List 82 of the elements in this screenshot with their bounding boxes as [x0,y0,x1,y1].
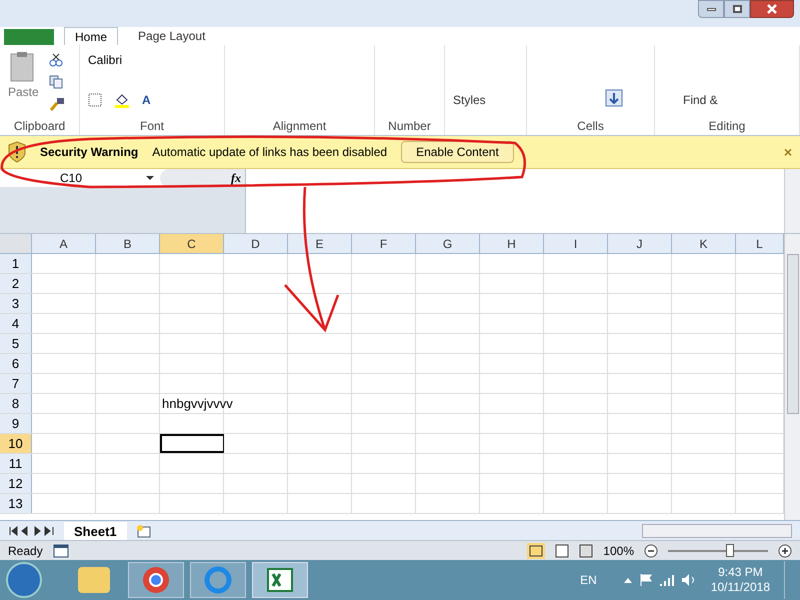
column-header[interactable]: B [96,234,160,253]
zoom-level-text[interactable]: 100% [603,542,634,560]
circle-logo-icon [142,566,170,594]
column-header[interactable]: I [544,234,608,253]
row-header[interactable]: 6 [0,354,32,373]
sheet-navigation-icon [8,526,56,536]
ribbon-group-label: Editing [708,118,746,135]
zoom-in-button[interactable] [778,544,792,558]
new-sheet-icon [134,524,153,538]
ribbon-tab[interactable]: Page Layout [128,27,216,45]
dropdown-arrow-icon[interactable] [146,176,154,180]
styles-label[interactable]: Styles [453,93,486,107]
row-header[interactable]: 7 [0,374,32,393]
scrollbar [784,169,800,233]
signal-icon [658,573,675,587]
column-header[interactable]: A [32,234,96,253]
brush-icon [48,97,65,111]
shield-warning-icon [8,141,26,163]
column-header[interactable]: E [288,234,352,253]
ribbon-group-label: Number [387,118,432,135]
spreadsheet-logo-icon [266,567,294,593]
row-header[interactable]: 11 [0,454,32,473]
taskbar-app-button[interactable] [128,562,184,598]
flag-icon [638,573,653,587]
clock-time[interactable]: 9:43 PM [718,565,763,580]
ribbon-group-label: Font [138,118,165,135]
row-header[interactable]: 8 [0,394,32,413]
column-header[interactable]: G [416,234,480,253]
row-header[interactable]: 5 [0,334,32,353]
column-header[interactable]: C [160,234,224,253]
scissors-icon [48,53,63,67]
paste-button[interactable]: Paste [8,51,39,111]
page-layout-view-icon [555,544,570,558]
ribbon-tab[interactable]: Home [64,27,118,45]
ribbon-group-label: Clipboard [12,118,66,135]
zoom-slider-thumb[interactable] [726,544,734,556]
row-header[interactable]: 3 [0,294,32,313]
speaker-icon [680,573,697,587]
tray-arrow-icon [622,576,633,584]
column-header[interactable]: H [480,234,544,253]
clock-date[interactable]: 10/11/2018 [710,580,770,595]
taskbar-app-button[interactable] [252,562,308,598]
status-text: Ready [8,542,43,560]
zoom-out-button[interactable] [644,544,658,558]
copy-icon [48,75,63,89]
active-cell[interactable] [160,434,224,453]
row-header[interactable]: 2 [0,274,32,293]
row-header[interactable]: 12 [0,474,32,493]
close-icon [767,4,777,14]
column-header[interactable]: J [608,234,672,253]
e-logo-icon [204,566,232,594]
borders-icon [88,93,102,107]
close-button[interactable] [750,0,794,18]
font-name[interactable]: Calibri [88,51,216,69]
warning-message: Automatic update of links has been disabled [152,144,388,161]
sheet-tab[interactable]: Sheet1 [64,522,127,540]
row-header[interactable]: 1 [0,254,32,273]
start-button[interactable] [6,562,42,598]
column-header[interactable]: K [672,234,736,253]
column-header[interactable]: L [736,234,784,253]
row-header[interactable]: 4 [0,314,32,333]
sort-icon [605,89,623,107]
page-break-view-icon [579,544,594,558]
column-header[interactable]: D [224,234,288,253]
language-indicator[interactable]: EN [580,571,597,589]
minimize-button[interactable] [698,0,724,18]
row-header[interactable]: 10 [0,434,32,453]
ribbon-group-label: Alignment [272,118,328,135]
font-color-icon[interactable]: A [142,91,151,109]
warning-title: Security Warning [40,144,138,161]
find-label[interactable]: Find & [683,93,718,107]
restore-button[interactable] [724,0,750,18]
ribbon-group-label: Cells [576,118,605,135]
row-header[interactable]: 13 [0,494,32,513]
column-header[interactable]: F [352,234,416,253]
row-header[interactable]: 9 [0,414,32,433]
table-cell: hnbgvvjvvvv [162,396,233,411]
name-box[interactable]: C10 [0,169,160,187]
normal-view-icon [527,542,546,558]
enable-content-button[interactable]: Enable Content [401,141,514,163]
fill-color-icon [114,92,130,108]
macro-record-icon [52,544,69,558]
